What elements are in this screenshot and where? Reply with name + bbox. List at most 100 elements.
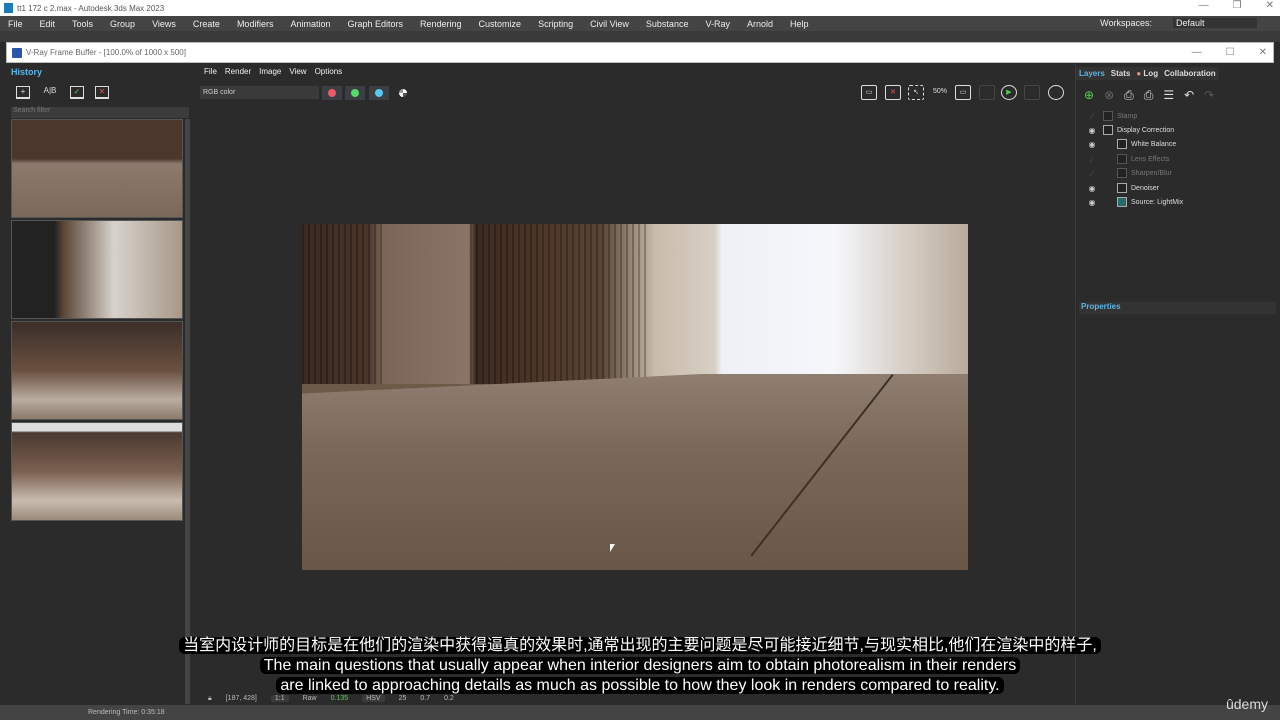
menu-tools[interactable]: Tools — [72, 19, 93, 29]
layer-source-lightmix[interactable]: ◉ Source: LightMix — [1081, 195, 1271, 209]
menu-rendering[interactable]: Rendering — [420, 19, 462, 29]
eye-icon[interactable]: ◉ — [1081, 198, 1103, 207]
tab-collaboration[interactable]: Collaboration — [1161, 67, 1219, 80]
menu-civil-view[interactable]: Civil View — [590, 19, 629, 29]
save-layers-icon[interactable]: ⎙ — [1124, 88, 1134, 103]
save-icon[interactable]: ▭ — [861, 85, 877, 100]
layer-display-correction[interactable]: ◉ Display Correction — [1081, 123, 1271, 137]
add-layer-icon[interactable]: ⊕ — [1084, 88, 1094, 103]
blue-dot-icon — [375, 89, 383, 97]
ab-compare-icon[interactable]: A|B — [41, 86, 59, 99]
menu-substance[interactable]: Substance — [646, 19, 689, 29]
history-thumbnail[interactable] — [11, 119, 183, 218]
menu-edit[interactable]: Edit — [40, 19, 56, 29]
remove-icon[interactable]: ✕ — [95, 86, 109, 99]
video-subtitle: 当室内设计师的目标是在他们的渲染中获得逼真的效果时,通常出现的主要问题是尽可能接… — [0, 636, 1280, 696]
clear-image-icon[interactable]: ✕ — [885, 85, 901, 100]
channel-dropdown[interactable]: RGB color — [200, 86, 319, 99]
vfb-menu-bar: File Render Image View Options — [198, 64, 1072, 78]
zoom-dropdown[interactable]: 1:1 — [270, 695, 289, 702]
render-teapot-icon[interactable]: ▶ — [1001, 85, 1017, 100]
udemy-watermark: ûdemy — [1225, 696, 1268, 712]
green-channel-button[interactable] — [345, 86, 365, 100]
interactive-render-icon[interactable] — [1024, 85, 1040, 100]
menu-file[interactable]: File — [8, 19, 23, 29]
vfb-maximize-icon[interactable]: ☐ — [1226, 47, 1235, 58]
red-channel-button[interactable] — [322, 86, 342, 100]
color-space-dropdown[interactable]: HSV — [362, 695, 385, 702]
lens-effects-icon — [1117, 154, 1127, 164]
mono-icon — [399, 89, 407, 97]
layer-white-balance[interactable]: ◉ White Balance — [1081, 137, 1271, 151]
stamp-icon — [1103, 111, 1113, 121]
menu-graph-editors[interactable]: Graph Editors — [347, 19, 403, 29]
zoom-50-icon[interactable]: 50% — [931, 85, 949, 100]
layers-panel: Layers Stats ● Log Collaboration ⊕ ⊗ ⎙ ⎙… — [1075, 64, 1280, 704]
menu-group[interactable]: Group — [110, 19, 135, 29]
save-to-history-icon[interactable]: + — [16, 86, 30, 99]
vfb-menu-file[interactable]: File — [204, 67, 217, 76]
hidden-icon[interactable]: ∕ — [1081, 112, 1103, 121]
list-icon[interactable]: ☰ — [1163, 88, 1174, 103]
close-icon[interactable]: ✕ — [1266, 0, 1274, 11]
eye-icon[interactable]: ◉ — [1081, 140, 1103, 149]
raw-mode[interactable]: Raw — [303, 695, 317, 702]
layer-lens-effects[interactable]: ∕ Lens Effects — [1081, 152, 1271, 166]
subtitle-chinese: 当室内设计师的目标是在他们的渲染中获得逼真的效果时,通常出现的主要问题是尽可能接… — [179, 637, 1101, 654]
track-mouse-icon[interactable]: ◌ — [979, 85, 995, 100]
tab-log-label: Log — [1143, 69, 1159, 78]
menu-views[interactable]: Views — [152, 19, 176, 29]
menu-scripting[interactable]: Scripting — [538, 19, 573, 29]
display-icon[interactable]: ▭ — [955, 85, 971, 100]
tab-stats[interactable]: Stats — [1107, 67, 1134, 80]
history-scrollbar[interactable] — [185, 119, 190, 704]
region-render-icon[interactable]: ↖ — [908, 85, 924, 100]
vfb-close-icon[interactable]: ✕ — [1259, 47, 1267, 58]
vfb-menu-render[interactable]: Render — [225, 67, 251, 76]
vfb-minimize-icon[interactable]: — — [1192, 47, 1202, 58]
tab-layers[interactable]: Layers — [1076, 67, 1108, 80]
layer-stamp[interactable]: ∕ Stamp — [1081, 109, 1271, 123]
workspaces-label: Workspaces: — [1100, 18, 1152, 28]
workspace-dropdown[interactable]: Default — [1173, 18, 1257, 28]
mono-channel-button[interactable] — [393, 86, 413, 100]
menu-create[interactable]: Create — [193, 19, 220, 29]
value-value: 0.2 — [444, 695, 454, 702]
vfb-menu-view[interactable]: View — [289, 67, 306, 76]
undo-icon[interactable]: ↶ — [1184, 88, 1194, 103]
minimize-icon[interactable]: — — [1199, 0, 1209, 11]
hidden-icon[interactable]: ∕ — [1081, 155, 1103, 164]
mouse-cursor-icon — [610, 544, 615, 552]
menu-arnold[interactable]: Arnold — [747, 19, 773, 29]
render-last-icon[interactable] — [1048, 85, 1064, 100]
max-status-bar: Rendering Time: 0:35:18 — [0, 705, 1280, 720]
menu-vray[interactable]: V-Ray — [705, 19, 730, 29]
menu-help[interactable]: Help — [790, 19, 809, 29]
eye-icon[interactable]: ◉ — [1081, 184, 1103, 193]
tab-log[interactable]: ● Log — [1133, 67, 1162, 80]
delete-layer-icon[interactable]: ⊗ — [1104, 88, 1114, 103]
menu-customize[interactable]: Customize — [479, 19, 522, 29]
history-thumbnail[interactable] — [11, 321, 183, 420]
layer-label: Sharpen/Blur — [1131, 169, 1172, 177]
history-thumbnail[interactable] — [11, 422, 183, 521]
rendered-image[interactable] — [302, 224, 968, 570]
menu-modifiers[interactable]: Modifiers — [237, 19, 274, 29]
menu-animation[interactable]: Animation — [290, 19, 330, 29]
load-icon[interactable]: ✓ — [70, 86, 84, 99]
vfb-menu-options[interactable]: Options — [315, 67, 343, 76]
hidden-icon[interactable]: ∕ — [1081, 169, 1103, 178]
redo-icon[interactable]: ↷ — [1204, 88, 1214, 103]
search-filter-input[interactable]: Search filter — [11, 107, 189, 118]
pixel-coords: [187, 428] — [225, 695, 257, 702]
tab-history[interactable]: History — [11, 67, 42, 77]
load-layers-icon[interactable]: ⎙ — [1144, 88, 1154, 103]
vfb-menu-image[interactable]: Image — [259, 67, 281, 76]
subtitle-english-line1: The main questions that usually appear w… — [259, 657, 1021, 674]
eye-icon[interactable]: ◉ — [1081, 126, 1103, 135]
layer-denoiser[interactable]: ◉ Denoiser — [1081, 181, 1271, 195]
blue-channel-button[interactable] — [369, 86, 389, 100]
restore-icon[interactable]: ❐ — [1233, 0, 1242, 11]
history-thumbnail[interactable] — [11, 220, 183, 319]
layer-sharpen-blur[interactable]: ∕ Sharpen/Blur — [1081, 166, 1271, 180]
